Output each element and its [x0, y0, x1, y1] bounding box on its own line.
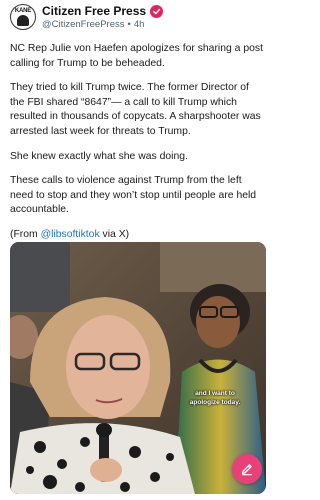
compose-button[interactable]: [232, 454, 262, 484]
verified-badge-icon: [150, 4, 164, 18]
author-handle[interactable]: @CitizenFreePress: [42, 19, 125, 30]
post-header: KANE Citizen Free Press @CitizenFreePres…: [10, 2, 164, 32]
avatar-logo-text: KANE: [14, 8, 32, 14]
separator: •: [127, 19, 131, 30]
video-caption: and I want to apologize today.: [179, 389, 251, 407]
source-prefix: (From: [10, 228, 41, 240]
post-paragraph-2: They tried to kill Trump twice. The form…: [10, 82, 261, 137]
avatar[interactable]: KANE: [10, 4, 36, 30]
video-frame: [10, 242, 266, 494]
author-block: Citizen Free Press @CitizenFreePress • 4…: [42, 4, 164, 31]
video-media[interactable]: and I want to apologize today.: [10, 242, 266, 494]
post-paragraph-1: NC Rep Julie von Haefen apologizes for s…: [10, 43, 263, 69]
caption-line-1: and I want to: [195, 390, 235, 397]
checkmark-icon: [153, 8, 161, 14]
post-time: 4h: [133, 19, 145, 30]
source-mention-link[interactable]: @libsoftiktok: [41, 229, 100, 240]
post: KANE Citizen Free Press @CitizenFreePres…: [0, 0, 276, 500]
post-paragraph-3: She knew exactly what she was doing.: [10, 150, 188, 162]
avatar-figure: [17, 15, 29, 26]
post-body: NC Rep Julie von Haefen apologizes for s…: [10, 42, 266, 253]
source-suffix: via X): [99, 228, 130, 240]
source-line: (From @libsoftiktok via X): [10, 228, 266, 243]
post-paragraph-4: These calls to violence against Trump fr…: [10, 175, 257, 216]
caption-line-2: apologize today.: [189, 399, 241, 406]
author-name[interactable]: Citizen Free Press: [42, 4, 146, 18]
compose-icon: [241, 464, 252, 476]
